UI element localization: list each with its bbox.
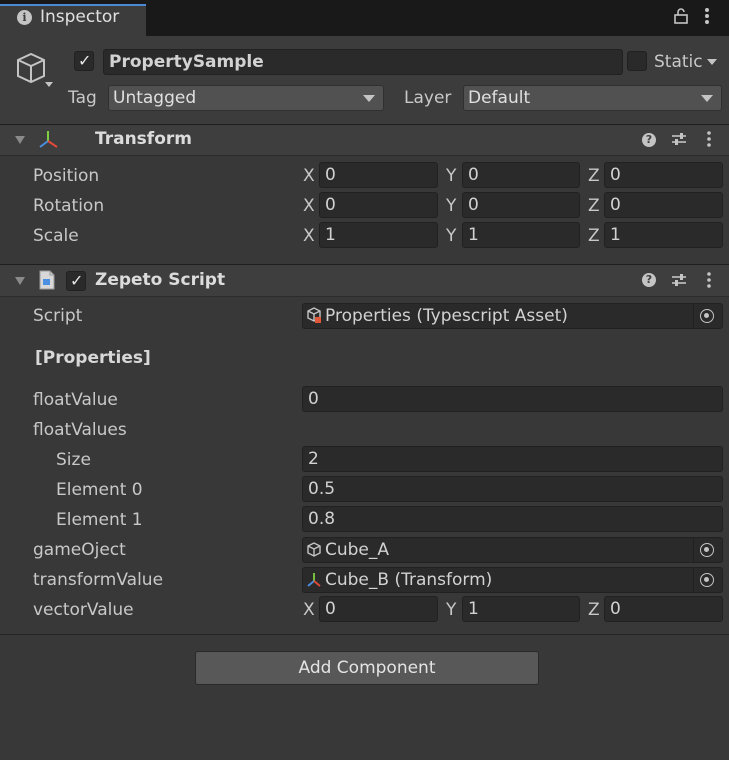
object-picker-icon [700, 309, 714, 323]
array-size-label: Size [56, 450, 91, 470]
script-label: Script [33, 306, 83, 326]
vector-value-label: vectorValue [33, 600, 134, 620]
tag-value: Untagged [113, 88, 197, 108]
position-label: Position [33, 166, 100, 186]
axis-z-label[interactable]: Z [588, 166, 600, 186]
rotation-x-field[interactable]: 0 [319, 192, 438, 218]
properties-heading: [Properties] [35, 348, 151, 368]
component-menu-icon[interactable] [706, 130, 712, 153]
vector-x-field[interactable]: 0 [319, 596, 438, 622]
info-icon: i [17, 10, 32, 25]
script-enabled-checkbox[interactable]: ✓ [66, 271, 86, 291]
axis-x-label[interactable]: X [303, 166, 315, 186]
static-label[interactable]: Static [654, 52, 703, 72]
foldout-arrow-icon[interactable] [15, 277, 25, 285]
gameobject-value: Cube_A [325, 540, 390, 560]
static-dropdown-arrow-icon[interactable] [707, 59, 717, 65]
tab-title: Inspector [40, 7, 120, 27]
zepeto-script-title: Zepeto Script [95, 270, 226, 290]
rotation-label: Rotation [33, 196, 105, 216]
more-options-icon[interactable] [704, 6, 710, 31]
element-1-field[interactable]: 0.8 [302, 506, 723, 532]
gameobject-cube-icon[interactable] [14, 50, 56, 97]
object-picker-icon [700, 543, 714, 557]
position-x-field[interactable]: 0 [319, 162, 438, 188]
gameobject-label: gameOject [33, 540, 126, 560]
axis-y-label[interactable]: Y [446, 196, 456, 216]
transform-axis-icon [306, 572, 322, 593]
array-size-field[interactable]: 2 [302, 446, 723, 472]
transform-title: Transform [95, 129, 192, 149]
element-0-field[interactable]: 0.5 [302, 476, 723, 502]
chevron-down-icon [363, 95, 375, 102]
scale-z-field[interactable]: 1 [604, 222, 723, 248]
axis-x-label[interactable]: X [303, 226, 315, 246]
help-icon[interactable]: ? [642, 133, 656, 147]
gameobject-object-field[interactable]: Cube_A [302, 537, 723, 563]
position-y-field[interactable]: 0 [462, 162, 580, 188]
scale-label: Scale [33, 226, 79, 246]
axis-z-label[interactable]: Z [588, 600, 600, 620]
position-z-field[interactable]: 0 [604, 162, 723, 188]
axis-z-label[interactable]: Z [588, 196, 600, 216]
axis-x-label[interactable]: X [303, 196, 315, 216]
lock-icon[interactable] [674, 8, 688, 29]
component-menu-icon[interactable] [706, 271, 712, 294]
axis-y-label[interactable]: Y [446, 226, 456, 246]
preset-sliders-icon[interactable] [671, 272, 687, 293]
script-file-icon [38, 270, 56, 295]
element-0-label: Element 0 [56, 480, 143, 500]
foldout-arrow-icon[interactable] [15, 136, 25, 144]
add-component-button[interactable]: Add Component [195, 651, 539, 685]
tag-label: Tag [68, 88, 97, 108]
float-value-field[interactable]: 0 [302, 386, 723, 412]
scale-y-field[interactable]: 1 [462, 222, 580, 248]
axis-z-label[interactable]: Z [588, 226, 600, 246]
help-icon[interactable]: ? [642, 273, 656, 287]
axis-x-label[interactable]: X [303, 600, 315, 620]
script-asset-value: Properties (Typescript Asset) [325, 306, 568, 326]
transform-value: Cube_B (Transform) [325, 570, 493, 590]
preset-sliders-icon[interactable] [671, 131, 687, 152]
chevron-down-icon [701, 95, 713, 102]
tag-dropdown[interactable]: Untagged [108, 85, 384, 111]
typescript-asset-icon [306, 307, 322, 329]
object-picker-icon [700, 573, 714, 587]
rotation-z-field[interactable]: 0 [604, 192, 723, 218]
layer-label: Layer [404, 88, 452, 108]
static-checkbox[interactable] [627, 51, 647, 71]
transform-object-field[interactable]: Cube_B (Transform) [302, 567, 723, 593]
transform-axis-icon [38, 129, 60, 156]
active-checkbox[interactable]: ✓ [74, 51, 94, 71]
object-name-field[interactable]: PropertySample [103, 49, 623, 75]
element-1-label: Element 1 [56, 510, 143, 530]
axis-y-label[interactable]: Y [446, 600, 456, 620]
axis-y-label[interactable]: Y [446, 166, 456, 186]
layer-value: Default [468, 88, 531, 108]
cube-icon [306, 542, 322, 563]
layer-dropdown[interactable]: Default [463, 85, 722, 111]
component-divider [0, 634, 729, 635]
float-value-label: floatValue [33, 390, 118, 410]
vector-z-field[interactable]: 0 [604, 596, 723, 622]
script-object-field[interactable]: Properties (Typescript Asset) [302, 303, 723, 329]
float-values-label[interactable]: floatValues [33, 420, 127, 440]
scale-x-field[interactable]: 1 [319, 222, 438, 248]
transform-value-label: transformValue [33, 570, 164, 590]
vector-y-field[interactable]: 1 [462, 596, 580, 622]
rotation-y-field[interactable]: 0 [462, 192, 580, 218]
